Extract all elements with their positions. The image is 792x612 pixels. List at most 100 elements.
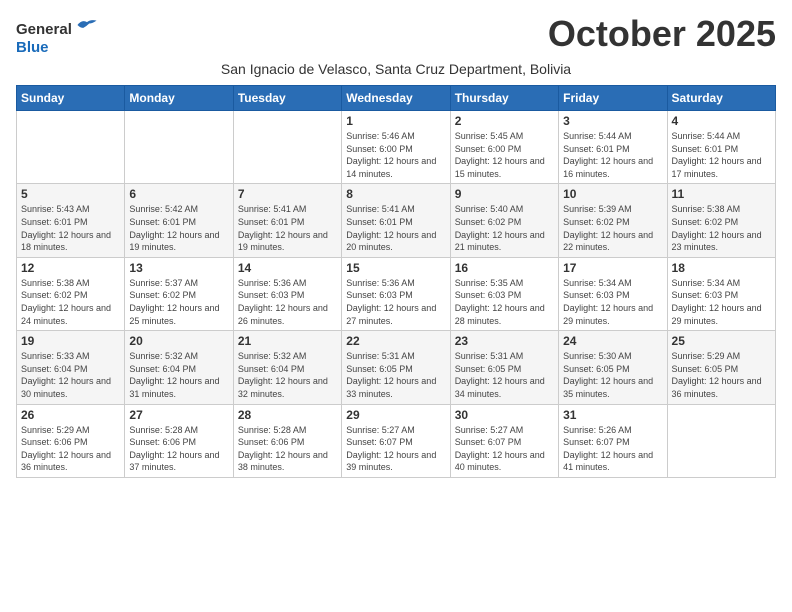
day-info: Sunrise: 5:28 AM Sunset: 6:06 PM Dayligh…	[129, 424, 228, 474]
calendar-cell: 30 Sunrise: 5:27 AM Sunset: 6:07 PM Dayli…	[450, 404, 558, 477]
month-title: October 2025	[548, 16, 776, 52]
day-number: 13	[129, 261, 228, 275]
day-info: Sunrise: 5:36 AM Sunset: 6:03 PM Dayligh…	[346, 277, 445, 327]
day-number: 6	[129, 187, 228, 201]
day-number: 12	[21, 261, 120, 275]
calendar-cell	[125, 111, 233, 184]
calendar-cell: 14 Sunrise: 5:36 AM Sunset: 6:03 PM Dayli…	[233, 257, 341, 330]
day-info: Sunrise: 5:44 AM Sunset: 6:01 PM Dayligh…	[563, 130, 662, 180]
calendar-cell: 11 Sunrise: 5:38 AM Sunset: 6:02 PM Dayli…	[667, 184, 775, 257]
day-info: Sunrise: 5:31 AM Sunset: 6:05 PM Dayligh…	[346, 350, 445, 400]
calendar-cell: 6 Sunrise: 5:42 AM Sunset: 6:01 PM Daylig…	[125, 184, 233, 257]
day-info: Sunrise: 5:34 AM Sunset: 6:03 PM Dayligh…	[563, 277, 662, 327]
calendar-cell: 21 Sunrise: 5:32 AM Sunset: 6:04 PM Dayli…	[233, 331, 341, 404]
calendar-cell: 15Sunrise: 5:36 AM Sunset: 6:03 PM Dayli…	[342, 257, 450, 330]
day-info: Sunrise: 5:41 AM Sunset: 6:01 PM Dayligh…	[238, 203, 337, 253]
calendar-cell: 7 Sunrise: 5:41 AM Sunset: 6:01 PM Daylig…	[233, 184, 341, 257]
calendar-cell: 20Sunrise: 5:32 AM Sunset: 6:04 PM Dayli…	[125, 331, 233, 404]
calendar-cell: 27 Sunrise: 5:28 AM Sunset: 6:06 PM Dayli…	[125, 404, 233, 477]
day-number: 16	[455, 261, 554, 275]
calendar-cell: 12 Sunrise: 5:38 AM Sunset: 6:02 PM Dayli…	[17, 257, 125, 330]
day-info: Sunrise: 5:28 AM Sunset: 6:06 PM Dayligh…	[238, 424, 337, 474]
weekday-header-row: SundayMondayTuesdayWednesdayThursdayFrid…	[17, 86, 776, 111]
weekday-header-cell: Tuesday	[233, 86, 341, 111]
logo-bird-icon	[76, 16, 98, 34]
day-number: 26	[21, 408, 120, 422]
logo: General Blue	[16, 16, 98, 57]
weekday-header-cell: Friday	[559, 86, 667, 111]
calendar-cell: 29Sunrise: 5:27 AM Sunset: 6:07 PM Dayli…	[342, 404, 450, 477]
calendar-cell: 19Sunrise: 5:33 AM Sunset: 6:04 PM Dayli…	[17, 331, 125, 404]
calendar-cell: 2 Sunrise: 5:45 AM Sunset: 6:00 PM Daylig…	[450, 111, 558, 184]
day-number: 29	[346, 408, 445, 422]
day-info: Sunrise: 5:40 AM Sunset: 6:02 PM Dayligh…	[455, 203, 554, 253]
day-info: Sunrise: 5:38 AM Sunset: 6:02 PM Dayligh…	[21, 277, 120, 327]
calendar-cell: 9 Sunrise: 5:40 AM Sunset: 6:02 PM Daylig…	[450, 184, 558, 257]
day-info: Sunrise: 5:45 AM Sunset: 6:00 PM Dayligh…	[455, 130, 554, 180]
calendar-cell: 8Sunrise: 5:41 AM Sunset: 6:01 PM Daylig…	[342, 184, 450, 257]
calendar-cell	[17, 111, 125, 184]
calendar-cell: 28 Sunrise: 5:28 AM Sunset: 6:06 PM Dayli…	[233, 404, 341, 477]
logo-blue: Blue	[16, 39, 49, 56]
weekday-header-cell: Thursday	[450, 86, 558, 111]
day-info: Sunrise: 5:35 AM Sunset: 6:03 PM Dayligh…	[455, 277, 554, 327]
day-number: 30	[455, 408, 554, 422]
calendar-cell: 10Sunrise: 5:39 AM Sunset: 6:02 PM Dayli…	[559, 184, 667, 257]
day-number: 9	[455, 187, 554, 201]
calendar-cell: 17Sunrise: 5:34 AM Sunset: 6:03 PM Dayli…	[559, 257, 667, 330]
day-info: Sunrise: 5:31 AM Sunset: 6:05 PM Dayligh…	[455, 350, 554, 400]
day-info: Sunrise: 5:27 AM Sunset: 6:07 PM Dayligh…	[455, 424, 554, 474]
day-number: 23	[455, 334, 554, 348]
day-info: Sunrise: 5:34 AM Sunset: 6:03 PM Dayligh…	[672, 277, 771, 327]
day-number: 25	[672, 334, 771, 348]
calendar-cell	[667, 404, 775, 477]
day-info: Sunrise: 5:36 AM Sunset: 6:03 PM Dayligh…	[238, 277, 337, 327]
calendar-week-row: 5 Sunrise: 5:43 AM Sunset: 6:01 PM Daylig…	[17, 184, 776, 257]
day-number: 5	[21, 187, 120, 201]
day-number: 14	[238, 261, 337, 275]
day-number: 11	[672, 187, 771, 201]
day-info: Sunrise: 5:43 AM Sunset: 6:01 PM Dayligh…	[21, 203, 120, 253]
weekday-header-cell: Monday	[125, 86, 233, 111]
calendar-cell: 16 Sunrise: 5:35 AM Sunset: 6:03 PM Dayli…	[450, 257, 558, 330]
day-number: 24	[563, 334, 662, 348]
day-number: 7	[238, 187, 337, 201]
day-number: 1	[346, 114, 445, 128]
calendar-cell	[233, 111, 341, 184]
calendar-cell: 22 Sunrise: 5:31 AM Sunset: 6:05 PM Dayli…	[342, 331, 450, 404]
subtitle: San Ignacio de Velasco, Santa Cruz Depar…	[16, 61, 776, 77]
day-number: 18	[672, 261, 771, 275]
day-info: Sunrise: 5:32 AM Sunset: 6:04 PM Dayligh…	[238, 350, 337, 400]
day-info: Sunrise: 5:29 AM Sunset: 6:06 PM Dayligh…	[21, 424, 120, 474]
calendar-cell: 5 Sunrise: 5:43 AM Sunset: 6:01 PM Daylig…	[17, 184, 125, 257]
day-number: 22	[346, 334, 445, 348]
day-info: Sunrise: 5:30 AM Sunset: 6:05 PM Dayligh…	[563, 350, 662, 400]
day-number: 21	[238, 334, 337, 348]
day-info: Sunrise: 5:42 AM Sunset: 6:01 PM Dayligh…	[129, 203, 228, 253]
day-number: 27	[129, 408, 228, 422]
day-info: Sunrise: 5:46 AM Sunset: 6:00 PM Dayligh…	[346, 130, 445, 180]
calendar-cell: 31 Sunrise: 5:26 AM Sunset: 6:07 PM Dayli…	[559, 404, 667, 477]
day-info: Sunrise: 5:39 AM Sunset: 6:02 PM Dayligh…	[563, 203, 662, 253]
weekday-header-cell: Sunday	[17, 86, 125, 111]
day-info: Sunrise: 5:37 AM Sunset: 6:02 PM Dayligh…	[129, 277, 228, 327]
calendar-week-row: 19Sunrise: 5:33 AM Sunset: 6:04 PM Dayli…	[17, 331, 776, 404]
calendar-cell: 3 Sunrise: 5:44 AM Sunset: 6:01 PM Daylig…	[559, 111, 667, 184]
day-info: Sunrise: 5:29 AM Sunset: 6:05 PM Dayligh…	[672, 350, 771, 400]
day-info: Sunrise: 5:26 AM Sunset: 6:07 PM Dayligh…	[563, 424, 662, 474]
day-number: 3	[563, 114, 662, 128]
day-info: Sunrise: 5:38 AM Sunset: 6:02 PM Dayligh…	[672, 203, 771, 253]
calendar-body: 1 Sunrise: 5:46 AM Sunset: 6:00 PM Daylig…	[17, 111, 776, 478]
day-number: 31	[563, 408, 662, 422]
calendar-week-row: 26 Sunrise: 5:29 AM Sunset: 6:06 PM Dayli…	[17, 404, 776, 477]
calendar-cell: 4Sunrise: 5:44 AM Sunset: 6:01 PM Daylig…	[667, 111, 775, 184]
calendar-cell: 23 Sunrise: 5:31 AM Sunset: 6:05 PM Dayli…	[450, 331, 558, 404]
calendar-cell: 24 Sunrise: 5:30 AM Sunset: 6:05 PM Dayli…	[559, 331, 667, 404]
day-number: 20	[129, 334, 228, 348]
calendar-week-row: 12 Sunrise: 5:38 AM Sunset: 6:02 PM Dayli…	[17, 257, 776, 330]
day-number: 28	[238, 408, 337, 422]
logo-general: General	[16, 21, 72, 38]
day-number: 2	[455, 114, 554, 128]
calendar: SundayMondayTuesdayWednesdayThursdayFrid…	[16, 85, 776, 478]
day-info: Sunrise: 5:41 AM Sunset: 6:01 PM Dayligh…	[346, 203, 445, 253]
